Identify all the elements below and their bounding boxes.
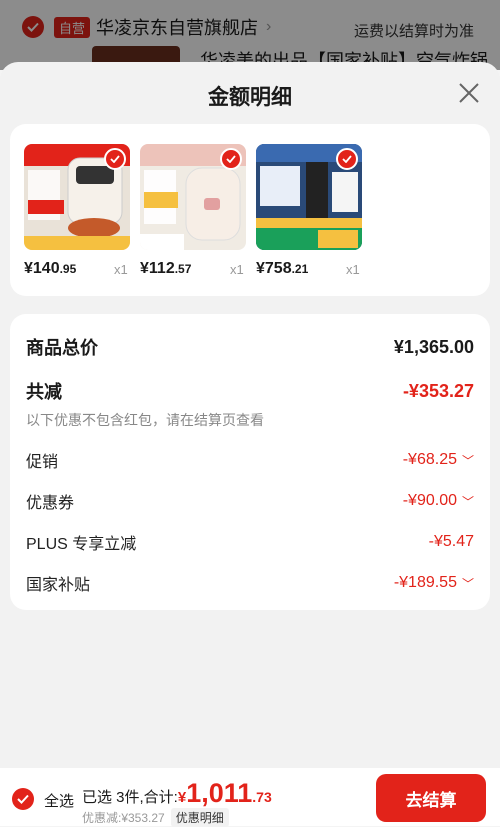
background-page: 自营 华凌京东自营旗舰店 › 运费以结算时为准 华凌美的出品【国家补贴】空气炸锅: [0, 0, 500, 71]
discount-label: PLUS 专享立减: [26, 536, 137, 553]
product-check-icon[interactable]: [336, 148, 358, 170]
discount-label: 促销: [26, 454, 59, 471]
discount-label: 国家补贴: [26, 577, 91, 594]
chevron-down-icon: ﹀: [461, 576, 474, 591]
product-image: [256, 144, 362, 250]
discount-row-coupon[interactable]: 优惠券 -¥90.00 ﹀: [26, 489, 474, 513]
product-item[interactable]: ¥112.57 x1: [140, 144, 260, 277]
product-price: ¥758.21: [256, 260, 309, 277]
discount-row-promo[interactable]: 促销 -¥68.25 ﹀: [26, 448, 474, 472]
amount-detail-sheet: 金额明细 ¥140.95 x1 ¥112.57 x1 ¥758.21 x1 商品…: [0, 62, 500, 826]
reduce-row: 共减 -¥353.27: [26, 378, 474, 404]
product-quantity: x1: [346, 262, 360, 277]
reduce-label: 共减: [26, 382, 62, 402]
checkout-button[interactable]: 去结算: [376, 774, 486, 822]
total-row: 商品总价 ¥1,365.00: [26, 334, 474, 360]
product-check-icon[interactable]: [220, 148, 242, 170]
summary-card: 商品总价 ¥1,365.00 共减 -¥353.27 以下优惠不包含红包，请在结…: [10, 314, 490, 610]
select-all-checkbox[interactable]: [12, 788, 34, 810]
close-icon: [459, 83, 479, 103]
product-quantity: x1: [114, 262, 128, 277]
product-item[interactable]: ¥140.95 x1: [24, 144, 144, 277]
discount-label: 优惠券: [26, 495, 75, 512]
overlay-scrim[interactable]: [0, 0, 500, 70]
product-item[interactable]: ¥758.21 x1: [256, 144, 376, 277]
discount-detail-tag[interactable]: 优惠明细: [170, 808, 229, 827]
total-value: ¥1,365.00: [393, 336, 474, 357]
product-image: [140, 144, 246, 250]
selected-total: 已选 3件,合计: ¥ 1,011 .73: [82, 778, 272, 809]
products-card: ¥140.95 x1 ¥112.57 x1 ¥758.21 x1: [10, 124, 490, 296]
discount-value: -¥68.25 ﹀: [402, 451, 474, 468]
discount-text: 优惠减:¥353.27: [82, 811, 165, 825]
close-button[interactable]: [456, 80, 482, 106]
selected-count-text: 已选 3件,合计:: [82, 789, 178, 806]
total-label: 商品总价: [26, 338, 98, 358]
discount-value: -¥189.55 ﹀: [393, 574, 474, 591]
product-image: [24, 144, 130, 250]
discount-summary: 优惠减:¥353.27 优惠明细: [82, 808, 229, 827]
total-integer: 1,011: [186, 778, 253, 808]
discount-row-subsidy[interactable]: 国家补贴 -¥189.55 ﹀: [26, 571, 474, 595]
chevron-down-icon: ﹀: [461, 453, 474, 468]
currency-symbol: ¥: [177, 789, 187, 806]
chevron-down-icon: ﹀: [461, 494, 474, 509]
checkout-bar: 全选 已选 3件,合计: ¥ 1,011 .73 优惠减:¥353.27 优惠明…: [0, 768, 500, 827]
discount-value: -¥90.00 ﹀: [402, 492, 474, 509]
discount-row-plus: PLUS 专享立减 -¥5.47: [26, 530, 474, 554]
reduce-note: 以下优惠不包含红包，请在结算页查看: [26, 412, 264, 428]
product-quantity: x1: [230, 262, 244, 277]
sheet-title: 金额明细: [208, 86, 292, 109]
discount-value: -¥5.47: [428, 533, 474, 550]
product-check-icon[interactable]: [104, 148, 126, 170]
total-decimal: .73: [252, 789, 272, 805]
select-all-label[interactable]: 全选: [44, 790, 74, 811]
reduce-value: -¥353.27: [402, 380, 474, 401]
product-price: ¥112.57: [140, 260, 192, 277]
product-price: ¥140.95: [24, 260, 77, 277]
